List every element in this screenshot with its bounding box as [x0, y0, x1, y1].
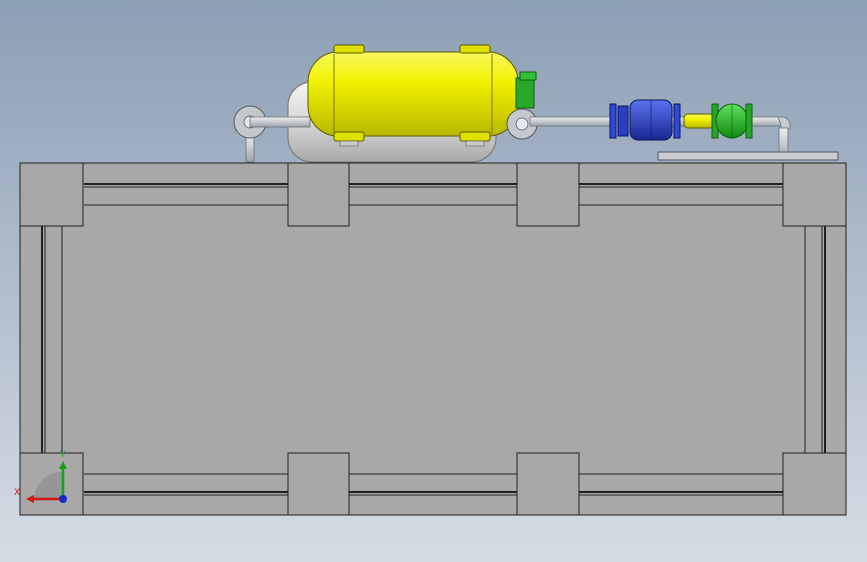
- plate-bottom-mid-right: [516, 452, 580, 516]
- assembly-drawing: X Y: [14, 44, 847, 516]
- y-axis-label: Y: [59, 450, 66, 460]
- cad-viewport[interactable]: X Y: [0, 0, 867, 562]
- plate-bottom-mid-left: [287, 452, 350, 516]
- base-frame[interactable]: [19, 162, 847, 516]
- plate-top-right: [782, 162, 847, 227]
- z-axis-marker: [59, 495, 67, 503]
- plate-top-left: [19, 162, 84, 227]
- plate-bottom-right: [782, 452, 847, 516]
- frame-outline: [19, 162, 847, 516]
- rear-green-fitting[interactable]: [515, 71, 537, 109]
- yellow-coupling[interactable]: [683, 113, 715, 129]
- green-valve[interactable]: [711, 103, 753, 139]
- blue-pump[interactable]: [609, 99, 681, 141]
- plate-top-mid-right: [516, 162, 580, 227]
- plate-top-mid-left: [287, 162, 350, 227]
- yellow-tank[interactable]: [307, 44, 519, 147]
- support-plate[interactable]: [657, 151, 839, 161]
- x-axis-label: X: [14, 488, 20, 498]
